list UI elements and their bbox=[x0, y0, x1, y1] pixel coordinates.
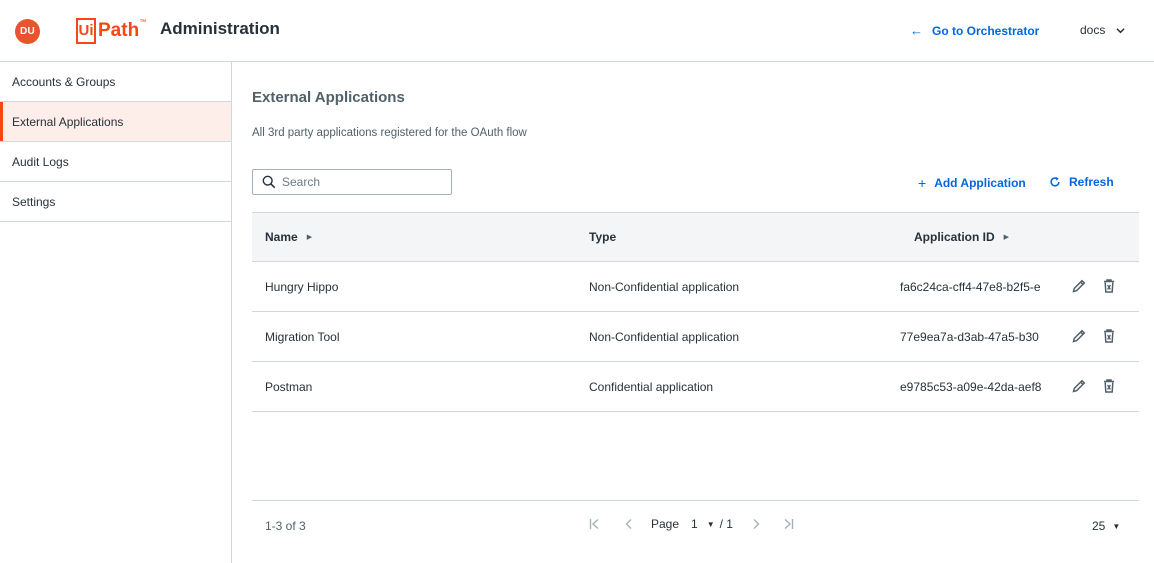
column-header-type: Type bbox=[589, 230, 616, 244]
caret-down-icon: ▼ bbox=[706, 519, 715, 529]
pencil-icon bbox=[1072, 379, 1086, 393]
trash-icon bbox=[1104, 279, 1114, 293]
table-header: Name ▶ Type Application ID ▶ bbox=[252, 212, 1139, 262]
page-description: All 3rd party applications registered fo… bbox=[252, 127, 527, 139]
column-header-label: Application ID bbox=[914, 230, 995, 244]
logo-ui-box: Ui bbox=[76, 17, 96, 44]
chevron-down-icon bbox=[1116, 27, 1125, 33]
cell-name: Hungry Hippo bbox=[265, 280, 339, 294]
organization-name: docs bbox=[1080, 23, 1106, 37]
sidebar-item-external-applications[interactable]: External Applications bbox=[0, 102, 231, 142]
delete-button[interactable] bbox=[1100, 377, 1118, 395]
pencil-icon bbox=[1072, 329, 1086, 343]
column-header-label: Type bbox=[589, 230, 617, 244]
sidebar-item-accounts-groups[interactable]: Accounts & Groups bbox=[0, 62, 231, 102]
table-row[interactable]: Migration Tool Non-Confidential applicat… bbox=[252, 312, 1139, 362]
column-header-application-id[interactable]: Application ID ▶ bbox=[914, 230, 1009, 244]
search-box[interactable] bbox=[252, 169, 452, 195]
search-input[interactable] bbox=[282, 175, 442, 189]
sort-arrow-icon: ▶ bbox=[306, 234, 313, 241]
arrow-left-icon: ← bbox=[910, 23, 923, 38]
plus-icon: + bbox=[918, 175, 927, 191]
cell-name: Migration Tool bbox=[265, 330, 340, 344]
refresh-button[interactable]: Refresh bbox=[1049, 175, 1114, 189]
refresh-icon bbox=[1050, 177, 1060, 187]
cell-application-id: fa6c24ca-cff4-47e8-b2f5-e bbox=[900, 280, 1041, 294]
column-header-label: Name bbox=[265, 230, 298, 244]
sidebar-item-label: External Applications bbox=[12, 114, 124, 129]
sidebar-item-label: Audit Logs bbox=[12, 154, 69, 169]
organization-selector[interactable]: docs bbox=[1080, 23, 1125, 37]
go-to-orchestrator-label: Go to Orchestrator bbox=[932, 23, 1040, 38]
previous-page-icon[interactable] bbox=[622, 517, 636, 531]
current-page: 1 bbox=[691, 517, 698, 531]
add-application-label: Add Application bbox=[934, 176, 1026, 190]
delete-button[interactable] bbox=[1100, 327, 1118, 345]
first-page-icon[interactable] bbox=[588, 517, 602, 531]
table-row[interactable]: Hungry Hippo Non-Confidential applicatio… bbox=[252, 262, 1139, 312]
cell-type: Non-Confidential application bbox=[589, 330, 740, 344]
cell-type: Confidential application bbox=[589, 380, 714, 394]
edit-button[interactable] bbox=[1070, 277, 1088, 295]
add-application-button[interactable]: + Add Application bbox=[918, 175, 1026, 191]
edit-button[interactable] bbox=[1070, 377, 1088, 395]
logo-path-text: Path bbox=[98, 19, 140, 41]
sort-arrow-icon: ▶ bbox=[1003, 234, 1010, 241]
last-page-icon[interactable] bbox=[781, 517, 795, 531]
refresh-label: Refresh bbox=[1069, 175, 1114, 189]
search-icon bbox=[262, 175, 276, 189]
trash-icon bbox=[1104, 379, 1114, 393]
logo-trademark: ™ bbox=[139, 19, 147, 26]
caret-down-icon: ▼ bbox=[1112, 521, 1121, 531]
app-title: Administration bbox=[160, 19, 280, 38]
pagination-footer: 1-3 of 3 Page 1 ▼ / 1 25 ▼ bbox=[252, 500, 1139, 550]
pencil-icon bbox=[1072, 279, 1086, 293]
user-avatar[interactable]: DU bbox=[15, 19, 40, 44]
total-pages: / 1 bbox=[719, 517, 733, 531]
uipath-logo: Ui Path ™ bbox=[76, 17, 146, 44]
pager: Page 1 ▼ / 1 bbox=[588, 517, 795, 531]
cell-application-id: 77e9ea7a-d3ab-47a5-b30 bbox=[900, 330, 1039, 344]
page-label: Page bbox=[651, 517, 680, 531]
cell-name: Postman bbox=[265, 380, 313, 394]
row-count: 1-3 of 3 bbox=[265, 519, 306, 533]
rows-per-page-value: 25 bbox=[1092, 519, 1106, 533]
sidebar-item-settings[interactable]: Settings bbox=[0, 182, 231, 222]
applications-table: Name ▶ Type Application ID ▶ Hungry Hipp… bbox=[252, 212, 1139, 412]
sidebar-item-audit-logs[interactable]: Audit Logs bbox=[0, 142, 231, 182]
sidebar-item-label: Accounts & Groups bbox=[12, 74, 116, 89]
rows-per-page-select[interactable]: 25 ▼ bbox=[1092, 519, 1120, 533]
cell-application-id: e9785c53-a09e-42da-aef8 bbox=[900, 380, 1042, 394]
page-number-select[interactable]: 1 ▼ bbox=[691, 517, 715, 531]
delete-button[interactable] bbox=[1100, 277, 1118, 295]
next-page-icon[interactable] bbox=[749, 517, 763, 531]
trash-icon bbox=[1104, 329, 1114, 343]
table-row[interactable]: Postman Confidential application e9785c5… bbox=[252, 362, 1139, 412]
sidebar-nav: Accounts & Groups External Applications … bbox=[0, 62, 232, 563]
go-to-orchestrator-link[interactable]: ← Go to Orchestrator bbox=[910, 23, 1039, 38]
top-header: DU Ui Path ™ Administration ← Go to Orch… bbox=[0, 0, 1154, 62]
edit-button[interactable] bbox=[1070, 327, 1088, 345]
page-title: External Applications bbox=[252, 89, 405, 106]
column-header-name[interactable]: Name ▶ bbox=[265, 230, 312, 244]
cell-type: Non-Confidential application bbox=[589, 280, 740, 294]
sidebar-item-label: Settings bbox=[12, 194, 56, 209]
